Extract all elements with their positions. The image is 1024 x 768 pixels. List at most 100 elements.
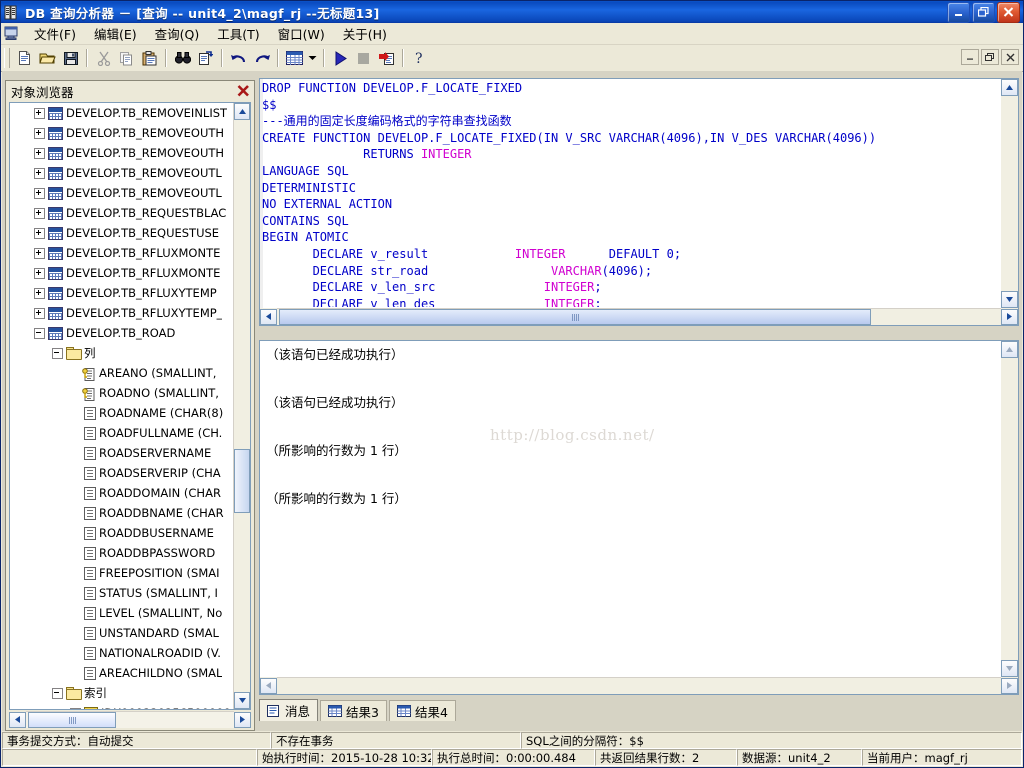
scroll-up-arrow[interactable] [234,103,250,120]
tree-expand-toggle[interactable] [34,187,45,199]
tree-expand-toggle[interactable] [34,127,45,139]
scroll-right-arrow[interactable] [234,711,251,728]
mdi-minimize-button[interactable] [961,49,979,65]
scroll-down-arrow[interactable] [234,692,250,709]
tree-item[interactable]: NATIONALROADID (V. [10,643,234,663]
editor-horizontal-scrollbar[interactable] [260,308,1018,325]
tree-item[interactable]: DEVELOP.TB_REMOVEOUTH [10,123,234,143]
minimize-button[interactable] [947,1,970,23]
menu-item-window[interactable]: 窗口(W) [269,22,334,45]
close-x-icon[interactable] [235,83,252,99]
editor-vertical-scrollbar[interactable] [1001,79,1018,308]
tree-item[interactable]: DEVELOP.TB_REMOVEOUTH [10,143,234,163]
open-folder-icon[interactable] [36,47,59,69]
floppy-disk-icon[interactable] [59,47,82,69]
maximize-button[interactable] [972,1,995,23]
tree-item[interactable]: ROADNO (SMALLINT, [10,383,234,403]
results-scroll-left-arrow[interactable] [260,677,277,694]
tree-item[interactable]: ROADFULLNAME (CH. [10,423,234,443]
tree-horizontal-scrollbar[interactable] [9,711,251,728]
toolbar-grip[interactable] [4,48,10,68]
tree-item[interactable]: UNSTANDARD (SMAL [10,623,234,643]
tree-item[interactable]: AREACHILDNO (SMAL [10,663,234,683]
menu-item-edit[interactable]: 编辑(E) [85,22,146,45]
sql-editor[interactable]: DROP FUNCTION DEVELOP.F_LOCATE_FIXED $$ --… [259,78,1019,326]
tree-item[interactable]: DEVELOP.TB_RFLUXMONTE [10,263,234,283]
tree-item[interactable]: DEVELOP.TB_REMOVEOUTL [10,183,234,203]
hscroll-thumb[interactable] [28,712,116,728]
tree-item[interactable]: ROADSERVERIP (CHA [10,463,234,483]
result-tab-strip[interactable]: 消息 结果3 结果4 [259,699,456,721]
tree-item[interactable]: IDX909220256500000 [10,703,234,709]
tree-item[interactable]: DEVELOP.TB_REMOVEINLIST [10,103,234,123]
tree-collapse-toggle[interactable] [34,327,45,339]
results-scroll-right-arrow[interactable] [1001,677,1018,694]
results-scroll-up-arrow[interactable] [1001,341,1018,358]
close-button[interactable] [997,1,1020,23]
tree-expand-toggle[interactable] [34,207,45,219]
tree-item[interactable]: DEVELOP.TB_REMOVEOUTL [10,163,234,183]
editor-scroll-left-arrow[interactable] [260,308,277,325]
tree-expand-toggle[interactable] [34,307,45,319]
results-scroll-down-arrow[interactable] [1001,660,1018,677]
editor-scroll-right-arrow[interactable] [1001,308,1018,325]
tree-item[interactable]: AREANO (SMALLINT, [10,363,234,383]
mdi-restore-button[interactable] [981,49,999,65]
tree-item[interactable]: 索引 [10,683,234,703]
tree-item[interactable]: ROADNAME (CHAR(8) [10,403,234,423]
question-mark-icon[interactable]: ? [408,47,431,69]
tree-collapse-toggle[interactable] [52,687,63,699]
replace-icon[interactable] [194,47,217,69]
editor-hscroll-thumb[interactable] [279,309,871,325]
export-document-icon[interactable] [375,47,398,69]
editor-hscroll-track[interactable] [277,308,1001,325]
tree-item[interactable]: ROADDBPASSWORD [10,543,234,563]
tree-expand-toggle[interactable] [70,707,81,709]
tree-item[interactable]: ROADSERVERNAME [10,443,234,463]
result-tab-result4[interactable]: 结果4 [388,700,456,721]
tree-scroll-thumb[interactable] [234,449,250,513]
menu-item-about[interactable]: 关于(H) [334,22,396,45]
tree-expand-toggle[interactable] [34,147,45,159]
menu-item-file[interactable]: 文件(F) [25,22,85,45]
grid-icon[interactable] [283,47,306,69]
tree-expand-toggle[interactable] [34,287,45,299]
results-vertical-scrollbar[interactable] [1001,341,1018,677]
redo-arrow-icon[interactable] [250,47,273,69]
results-hscroll-track[interactable] [277,677,1001,694]
editor-scroll-down-arrow[interactable] [1001,291,1018,308]
tree-expand-toggle[interactable] [34,267,45,279]
result-tab-messages[interactable]: 消息 [259,699,319,721]
result-tab-result3[interactable]: 结果3 [320,700,387,721]
undo-arrow-icon[interactable] [227,47,250,69]
tree-item[interactable]: DEVELOP.TB_REQUESTUSE [10,223,234,243]
menu-item-tools[interactable]: 工具(T) [208,22,268,45]
tree-expand-toggle[interactable] [34,227,45,239]
tree-item[interactable]: ROADDBUSERNAME [10,523,234,543]
tree-item[interactable]: FREEPOSITION (SMAI [10,563,234,583]
hscroll-track[interactable] [26,711,234,728]
results-horizontal-scrollbar[interactable] [260,677,1018,694]
tree-item[interactable]: DEVELOP.TB_RFLUXYTEMP_ [10,303,234,323]
menu-item-query[interactable]: 查询(Q) [146,22,209,45]
tree-item[interactable]: 列 [10,343,234,363]
sql-source-text[interactable]: DROP FUNCTION DEVELOP.F_LOCATE_FIXED $$ --… [262,80,1000,307]
new-document-icon[interactable] [13,47,36,69]
clipboard-paste-icon[interactable] [138,47,161,69]
binoculars-icon[interactable] [171,47,194,69]
tree-expand-toggle[interactable] [34,247,45,259]
tree-item[interactable]: STATUS (SMALLINT, I [10,583,234,603]
chevron-down-icon[interactable] [306,47,319,69]
tree-item[interactable]: DEVELOP.TB_RFLUXYTEMP [10,283,234,303]
tree-expand-toggle[interactable] [34,167,45,179]
scroll-left-arrow[interactable] [9,711,26,728]
mdi-close-button[interactable] [1001,49,1019,65]
tree-item[interactable]: LEVEL (SMALLINT, No [10,603,234,623]
tree-expand-toggle[interactable] [34,107,45,119]
tree-item[interactable]: DEVELOP.TB_RFLUXMONTE [10,243,234,263]
tree-collapse-toggle[interactable] [52,347,63,359]
tree-item[interactable]: DEVELOP.TB_REQUESTBLAC [10,203,234,223]
tree-item[interactable]: ROADDOMAIN (CHAR [10,483,234,503]
results-pane[interactable]: （该语句已经成功执行） （该语句已经成功执行） （所影响的行数为 1 行） （所影响的… [259,340,1019,695]
object-tree[interactable]: DEVELOP.TB_REMOVEINLIST DEVELOP.TB_REMOVE… [10,103,234,709]
